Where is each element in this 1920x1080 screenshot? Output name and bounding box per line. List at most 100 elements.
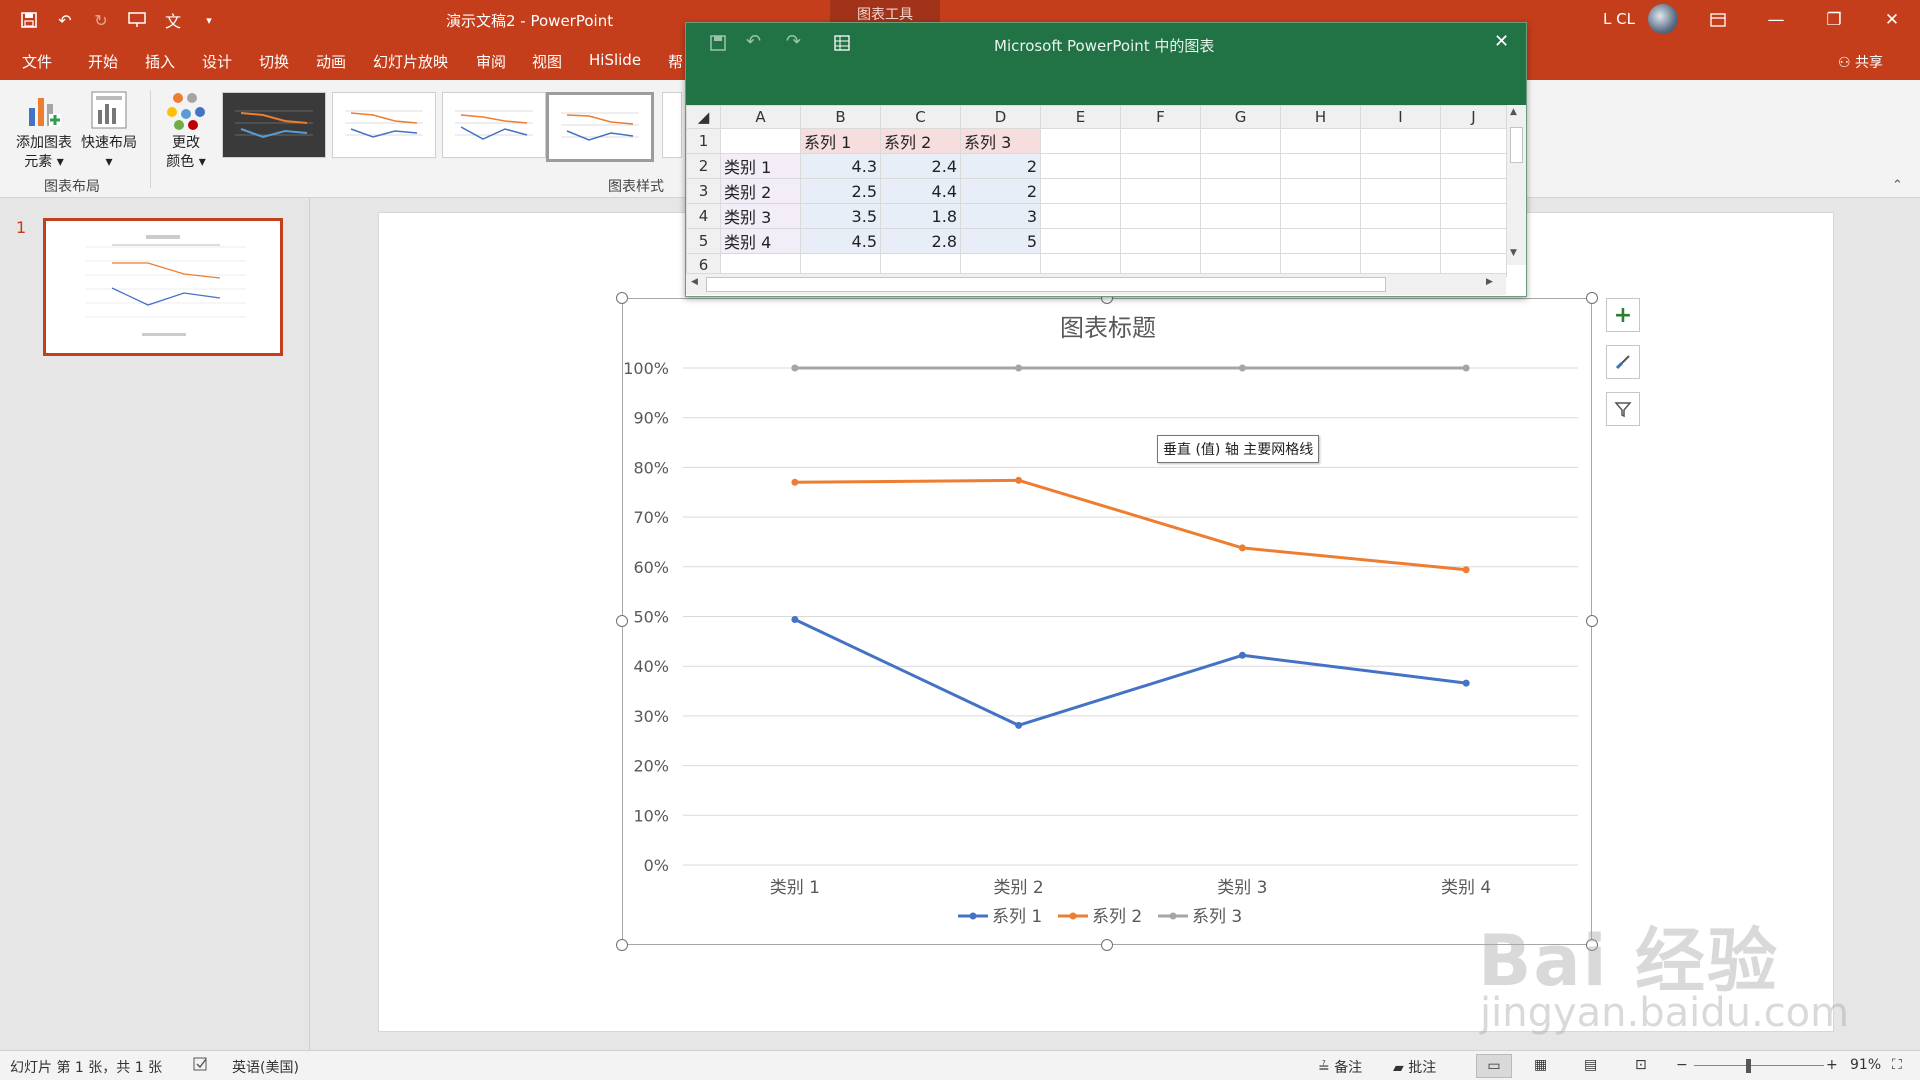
tab-insert[interactable]: 插入 (145, 51, 175, 72)
column-header[interactable]: D (960, 105, 1041, 129)
fit-slide-icon[interactable]: ⛶ (1892, 1057, 1902, 1073)
slide-sorter-icon[interactable]: ▦ (1534, 1057, 1547, 1073)
row-header[interactable]: 3 (686, 178, 721, 204)
quick-layout-button[interactable]: 快速布局 ▾ (76, 90, 142, 172)
resize-handle-ne[interactable] (1586, 292, 1598, 304)
cell[interactable] (1040, 178, 1121, 204)
cell[interactable] (1440, 153, 1507, 179)
cell[interactable] (1040, 228, 1121, 254)
cell[interactable]: 4.3 (800, 153, 881, 179)
tab-design[interactable]: 设计 (202, 51, 232, 72)
data-point[interactable] (1238, 364, 1246, 372)
cell[interactable] (1040, 203, 1121, 229)
resize-handle-w[interactable] (616, 615, 628, 627)
resize-handle-e[interactable] (1586, 615, 1598, 627)
cell[interactable] (1200, 228, 1281, 254)
legend-entry[interactable]: 系列 1 (992, 907, 1042, 927)
restore-icon[interactable]: ❐ (1806, 0, 1862, 40)
chart-style-thumb-5[interactable] (662, 92, 682, 158)
data-sheet-undo-icon[interactable]: ↶ (746, 31, 761, 52)
redo-icon[interactable]: ↻ (86, 5, 116, 35)
cell[interactable] (1440, 128, 1507, 154)
cell[interactable] (1280, 178, 1361, 204)
zoom-in-button[interactable]: + (1826, 1057, 1838, 1073)
cell[interactable]: 系列 1 (800, 128, 881, 154)
cell[interactable] (1120, 203, 1201, 229)
add-chart-element-button[interactable]: 添加图表 元素 ▾ (10, 90, 78, 172)
row-header[interactable]: 4 (686, 203, 721, 229)
resize-handle-nw[interactable] (616, 292, 628, 304)
cell[interactable] (1360, 228, 1441, 254)
cell[interactable] (1360, 128, 1441, 154)
cell[interactable] (720, 128, 801, 154)
cell[interactable] (1040, 128, 1121, 154)
cell[interactable] (1200, 178, 1281, 204)
notes-button[interactable]: ≟ 备注 (1318, 1057, 1362, 1077)
cell[interactable]: 3 (960, 203, 1041, 229)
chart-style-thumb-3[interactable] (442, 92, 546, 158)
column-header[interactable]: A (720, 105, 801, 129)
data-point[interactable] (1462, 364, 1470, 372)
avatar[interactable] (1648, 4, 1678, 34)
language-indicator[interactable]: 英语(美国) (232, 1057, 299, 1077)
data-point[interactable] (1015, 476, 1023, 484)
cell[interactable] (1200, 128, 1281, 154)
cell[interactable]: 4.4 (880, 178, 961, 204)
cell[interactable] (1440, 203, 1507, 229)
cell[interactable]: 类别 1 (720, 153, 801, 179)
tab-transitions[interactable]: 切换 (259, 51, 289, 72)
chart-styles-button[interactable] (1606, 345, 1640, 379)
chart-filters-button[interactable] (1606, 392, 1640, 426)
cell[interactable]: 系列 2 (880, 128, 961, 154)
cell[interactable]: 类别 3 (720, 203, 801, 229)
legend[interactable]: 系列 1 系列 2 系列 3 (958, 907, 1242, 927)
chart-frame[interactable]: 图表标题 0% 10% 20% 30% 40% 50% 60% 70% 80% 90% 100% 类… (622, 298, 1592, 945)
tab-animations[interactable]: 动画 (316, 51, 346, 72)
column-header[interactable]: G (1200, 105, 1281, 129)
hscroll-thumb[interactable] (706, 277, 1386, 292)
scroll-down-icon[interactable]: ▼ (1510, 248, 1517, 258)
comments-button[interactable]: ▰ 批注 (1393, 1057, 1436, 1077)
data-point[interactable] (791, 478, 799, 486)
column-header[interactable]: C (880, 105, 961, 129)
slide-thumbnail[interactable] (43, 218, 283, 356)
vertical-scrollbar[interactable]: ▲ ▼ (1506, 105, 1526, 265)
row-header[interactable]: 2 (686, 153, 721, 179)
cell[interactable] (1280, 153, 1361, 179)
zoom-level[interactable]: 91% (1850, 1057, 1881, 1073)
slideshow-view-icon[interactable]: ⊡ (1635, 1057, 1647, 1073)
line-chart[interactable]: 图表标题 0% 10% 20% 30% 40% 50% 60% 70% 80% 90% 100% 类… (623, 299, 1593, 946)
cell[interactable]: 类别 4 (720, 228, 801, 254)
series-line[interactable] (794, 618, 1467, 727)
resize-handle-sw[interactable] (616, 939, 628, 951)
scroll-right-icon[interactable]: ▶ (1486, 277, 1493, 287)
legend-entry[interactable]: 系列 3 (1192, 907, 1242, 927)
tab-help[interactable]: 帮 (668, 51, 683, 72)
series-line[interactable] (794, 478, 1467, 572)
resize-handle-s[interactable] (1101, 939, 1113, 951)
cell[interactable] (1280, 128, 1361, 154)
edit-in-excel-icon[interactable] (834, 35, 852, 55)
tab-review[interactable]: 审阅 (476, 51, 506, 72)
tab-slideshow[interactable]: 幻灯片放映 (373, 51, 448, 72)
cell[interactable]: 2 (960, 178, 1041, 204)
cell[interactable] (1280, 203, 1361, 229)
gridlines[interactable] (683, 367, 1578, 866)
user-name[interactable]: L CL (1603, 10, 1635, 28)
tab-home[interactable]: 开始 (88, 51, 118, 72)
zoom-out-button[interactable]: − (1676, 1057, 1688, 1073)
chart-title[interactable]: 图表标题 (1060, 314, 1156, 342)
data-point[interactable] (1238, 544, 1246, 552)
save-icon[interactable] (14, 5, 44, 35)
data-point[interactable] (1462, 566, 1470, 574)
row-header[interactable]: 5 (686, 228, 721, 254)
cell[interactable] (1120, 128, 1201, 154)
present-icon[interactable] (122, 5, 152, 35)
cell[interactable]: 2.4 (880, 153, 961, 179)
column-header[interactable]: I (1360, 105, 1441, 129)
cell[interactable] (1120, 153, 1201, 179)
cell[interactable]: 2 (960, 153, 1041, 179)
row-header[interactable]: 1 (686, 128, 721, 154)
cell[interactable]: 2.8 (880, 228, 961, 254)
tab-file[interactable]: 文件 (22, 51, 52, 72)
